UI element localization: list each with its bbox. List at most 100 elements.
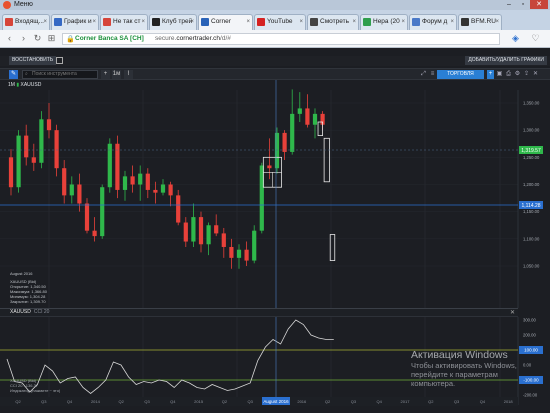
osc-upper-label: 100.00 — [524, 348, 538, 353]
screenshot-icon[interactable]: ▣ — [496, 70, 503, 79]
forward-icon[interactable]: › — [18, 33, 29, 44]
tab-favicon-icon — [201, 18, 209, 26]
close-button[interactable]: ✕ — [530, 0, 548, 9]
zoom-icon[interactable]: ⤢ — [420, 70, 427, 79]
candle-body — [8, 157, 14, 188]
tab-close-icon[interactable]: × — [92, 15, 96, 29]
oscillator-title: XAUUSD CCI 20 — [10, 309, 49, 316]
candle-body — [77, 184, 82, 204]
url-field[interactable]: 🔒 Corner Banca SA [CH] secure.cornertrad… — [62, 33, 500, 45]
opera-logo-icon[interactable] — [3, 1, 11, 9]
close-chart-icon[interactable]: ✕ — [532, 70, 539, 79]
add-instrument-button[interactable]: + — [101, 70, 110, 79]
candle-body — [274, 132, 280, 169]
tab-close-icon[interactable]: × — [190, 15, 194, 29]
time-tick-label: Q2 — [325, 399, 331, 404]
candle-body — [282, 132, 287, 152]
price-tick-label: 1,150.00 — [523, 209, 540, 214]
print-icon[interactable]: ⎙ — [505, 70, 512, 79]
candle-body — [198, 217, 204, 245]
speed-dial-icon[interactable]: ⊞ — [46, 33, 57, 44]
candle-body — [252, 230, 257, 261]
candle-body — [84, 203, 90, 231]
crosshair-icon[interactable]: + — [487, 70, 494, 79]
osc-legend: XAUUSD (Bid) CCI 20 : 136.37 Индикатор (… — [10, 378, 60, 393]
price-tick-label: 1,300.00 — [523, 128, 540, 133]
chart-header: 1М ▮ XAUUSD — [8, 83, 41, 88]
reload-icon[interactable]: ↻ — [32, 33, 43, 44]
tab-1[interactable]: Входящ... × — [2, 14, 50, 30]
draw-tool-icon[interactable]: ✎ — [9, 70, 18, 79]
line-chart-icon[interactable]: ≡ — [429, 70, 436, 79]
candle-body — [115, 143, 120, 190]
tab-4[interactable]: Клуб трей × — [149, 14, 197, 30]
tab-label: BFM.RU — [471, 18, 496, 25]
tab-favicon-icon — [461, 18, 469, 26]
add-remove-charts-button[interactable]: ДОБАВИТЬ/УДАЛИТЬ ГРАФИКИ — [465, 56, 547, 65]
candle-body — [62, 168, 67, 196]
period-button[interactable]: 1м — [112, 70, 121, 79]
close-oscillator-icon[interactable]: ✕ — [510, 309, 515, 316]
maximize-button[interactable]: ▫ — [516, 0, 530, 9]
tab-close-icon[interactable]: × — [141, 15, 145, 29]
current-price-label: 1,319.57 — [521, 148, 541, 154]
tab-2[interactable]: График и × — [51, 14, 99, 30]
restore-button[interactable]: ВОССТАНОВИТЬ — [9, 56, 57, 65]
watermark-line2: перейдите к параметрам — [411, 370, 498, 379]
tab-close-icon[interactable]: × — [401, 15, 405, 29]
time-tick-label: Q2 — [119, 399, 125, 404]
tab-favicon-icon — [257, 18, 265, 26]
time-tick-label: Q3 — [351, 399, 357, 404]
time-axis: Q2 Q3 Q4 2014 Q2 Q3 Q4 2015 Q2 Q3 Q4 2016 Q2 Q3 Q4 2017… — [0, 397, 518, 406]
minimize-button[interactable]: – — [502, 0, 516, 9]
heart-icon[interactable]: ♡ — [530, 33, 541, 44]
tab-3[interactable]: Не так ст × — [100, 14, 148, 30]
candle-body — [46, 119, 52, 131]
tab-7[interactable]: Смотреть × — [307, 14, 359, 30]
share-icon[interactable]: ⇪ — [523, 70, 530, 79]
candle-body — [168, 184, 173, 196]
back-icon[interactable]: ‹ — [4, 33, 15, 44]
time-tick-label: Q2 — [428, 399, 434, 404]
price-tick-label: 1,100.00 — [523, 236, 540, 241]
time-tick-label: Q4 — [480, 399, 486, 404]
tab-9[interactable]: Форум д × — [409, 14, 457, 30]
trade-button[interactable]: ТОРГОВЛЯ — [437, 70, 484, 79]
window-titlebar[interactable]: Меню – ▫ ✕ — [0, 0, 550, 10]
tab-6[interactable]: YouTube × — [254, 14, 306, 30]
popout-icon[interactable] — [56, 57, 63, 64]
lock-icon: 🔒 — [66, 36, 75, 43]
candle-body — [100, 187, 105, 237]
tab-label: Corner — [211, 18, 231, 25]
tab-5[interactable]: Corner × — [198, 14, 253, 30]
candle-body — [191, 217, 196, 242]
tab-close-icon[interactable]: × — [495, 15, 499, 29]
tab-8[interactable]: Нера (20 × — [360, 14, 408, 30]
chart-type-icon[interactable]: ⌇ — [124, 70, 133, 79]
tab-10[interactable]: BFM.RU × — [458, 14, 502, 30]
settings-icon[interactable]: ⚙ — [514, 70, 521, 79]
osc-legend-hint: Индикатор (нажмите ~ это) — [10, 388, 61, 393]
tab-close-icon[interactable]: × — [299, 15, 303, 29]
oscillator-header — [0, 308, 518, 317]
vpn-shield-icon[interactable]: ◈ — [510, 33, 521, 44]
tab-close-icon[interactable]: × — [352, 15, 356, 29]
symbol-label: XAUUSD — [20, 82, 42, 88]
ohlc-legend: August 2016 XAUUSD (Bid) Открытие: 1,340… — [10, 271, 47, 304]
candle-body — [267, 165, 272, 169]
tab-close-icon[interactable]: × — [450, 15, 454, 29]
tab-close-icon[interactable]: × — [43, 15, 47, 29]
time-tick-label: Q3 — [454, 399, 460, 404]
time-tick-label: 2015 — [194, 399, 204, 404]
instrument-search-input[interactable]: ⌕ Поиск инструмента — [22, 70, 98, 79]
time-tick-label: Q3 — [41, 399, 47, 404]
tab-close-icon[interactable]: × — [246, 15, 250, 29]
candle-body — [244, 249, 249, 261]
url-host: secure.cornertrader.ch/d/# — [155, 35, 231, 42]
tab-label: Клуб трей — [162, 18, 193, 25]
window-title[interactable]: Меню — [14, 0, 33, 10]
time-tick-label: Q2 — [15, 399, 21, 404]
osc-tick-label: 0.00 — [523, 363, 532, 368]
price-tick-label: 1,200.00 — [523, 182, 540, 187]
window-controls: – ▫ ✕ — [502, 0, 548, 9]
